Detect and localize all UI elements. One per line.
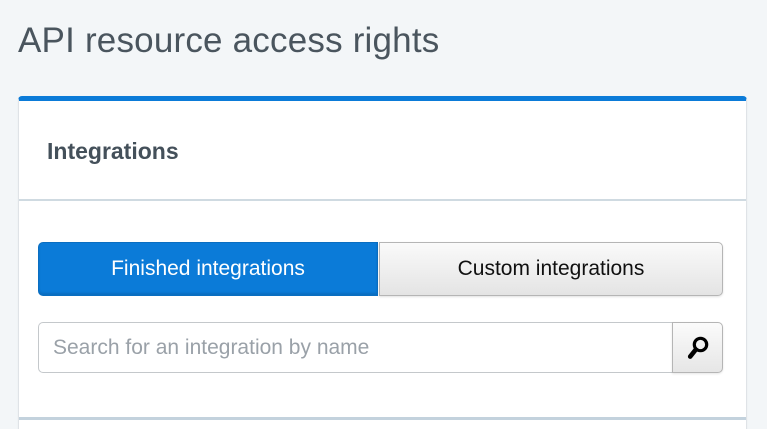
page-title: API resource access rights [18,21,440,60]
custom-integrations-button[interactable]: Custom integrations [379,242,723,296]
search-icon [685,335,711,361]
integration-search-input[interactable] [38,322,672,373]
integration-type-toggle: Finished integrations Custom integration… [38,242,723,296]
panel-body: Finished integrations Custom integration… [19,201,746,420]
search-button[interactable] [672,322,723,373]
page-background: { "page": { "title": "API resource acces… [0,0,767,429]
panel-heading-title: Integrations [47,138,179,164]
finished-integrations-button[interactable]: Finished integrations [38,242,378,296]
integrations-panel: Integrations Finished integrations Custo… [18,96,747,429]
panel-heading: Integrations [19,101,746,201]
integration-search-group [38,322,723,373]
